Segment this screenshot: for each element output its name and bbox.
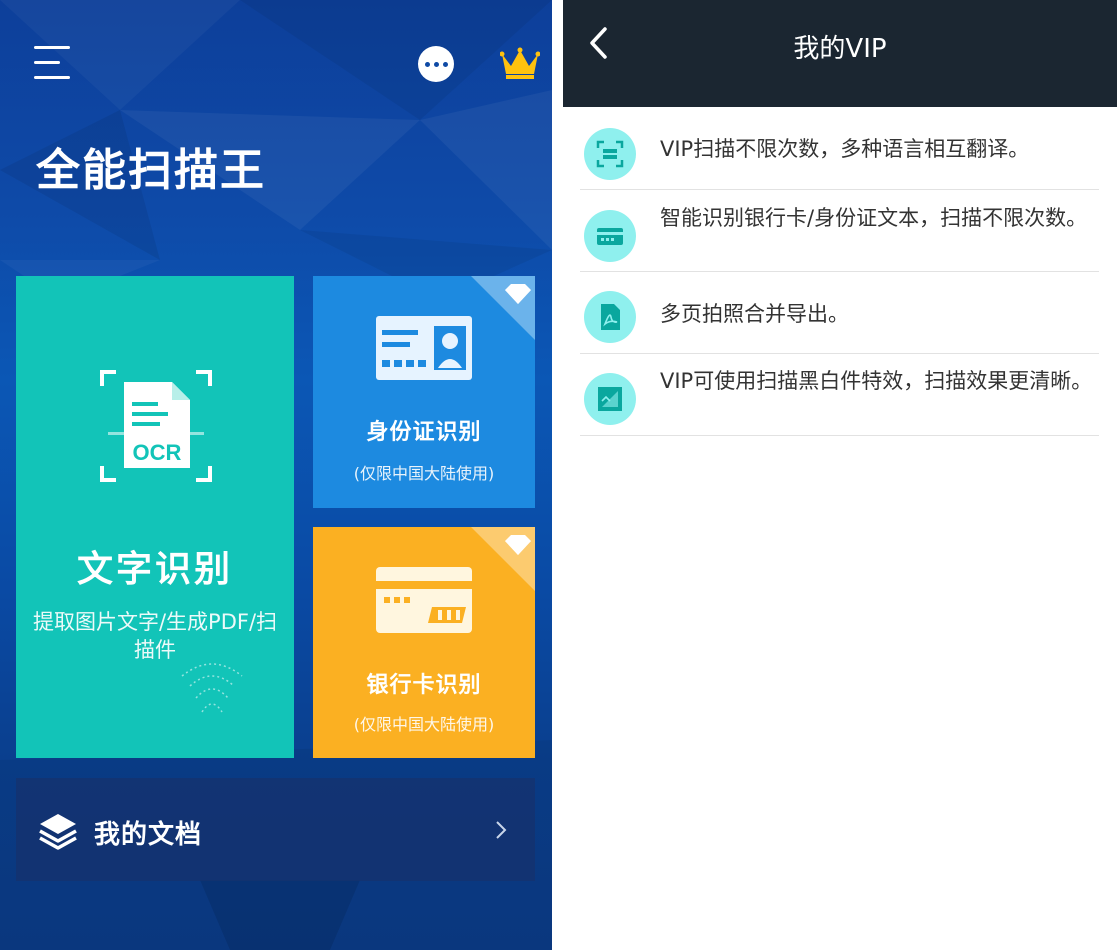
top-bar: 我的VIP bbox=[563, 0, 1117, 107]
touch-hint-icon bbox=[181, 663, 243, 713]
ocr-card[interactable]: OCR 文字识别 提取图片文字/生成PDF/扫描件 bbox=[16, 276, 294, 758]
app-title: 全能扫描王 bbox=[36, 145, 266, 196]
bank-card-title: 银行卡识别 bbox=[366, 673, 482, 698]
vip-feature-text: 多页拍照合并导出。 bbox=[660, 302, 849, 326]
scan-icon bbox=[584, 128, 636, 180]
ocr-document-icon: OCR bbox=[100, 370, 212, 482]
bank-card-icon bbox=[376, 567, 472, 633]
vip-feature-item: VIP可使用扫描黑白件特效，扫描效果更清晰。 bbox=[580, 354, 1099, 436]
my-documents-button[interactable]: 我的文档 bbox=[16, 778, 535, 881]
page-title: 我的VIP bbox=[793, 34, 887, 64]
pdf-icon bbox=[584, 291, 636, 343]
vip-feature-list: VIP扫描不限次数，多种语言相互翻译。 智能识别银行卡/身份证文本，扫描不限次数… bbox=[580, 107, 1099, 436]
menu-icon[interactable] bbox=[30, 44, 74, 84]
vip-feature-item: 多页拍照合并导出。 bbox=[580, 272, 1099, 354]
id-card-recognition-card[interactable]: 身份证识别 (仅限中国大陆使用) bbox=[313, 276, 535, 508]
bank-card-subtitle: (仅限中国大陆使用) bbox=[353, 715, 495, 734]
ocr-title: 文字识别 bbox=[76, 549, 233, 590]
layers-icon bbox=[39, 814, 77, 850]
id-card-subtitle: (仅限中国大陆使用) bbox=[353, 464, 495, 483]
image-filter-icon bbox=[584, 373, 636, 425]
vip-feature-text: VIP可使用扫描黑白件特效，扫描效果更清晰。 bbox=[660, 369, 1093, 393]
bank-card-icon bbox=[584, 210, 636, 262]
diamond-icon bbox=[471, 527, 535, 591]
diamond-icon bbox=[471, 276, 535, 340]
screen-divider bbox=[552, 0, 563, 950]
vip-screen: 我的VIP VIP扫描不限次数，多种语言相互翻译。 智能识别银行卡/身份证文本，… bbox=[563, 0, 1117, 950]
vip-feature-text: VIP扫描不限次数，多种语言相互翻译。 bbox=[660, 137, 1030, 161]
vip-feature-item: VIP扫描不限次数，多种语言相互翻译。 bbox=[580, 107, 1099, 190]
id-card-title: 身份证识别 bbox=[366, 420, 482, 445]
more-icon[interactable] bbox=[418, 46, 454, 82]
ocr-badge: OCR bbox=[133, 440, 182, 465]
bank-card-recognition-card[interactable]: 银行卡识别 (仅限中国大陆使用) bbox=[313, 527, 535, 758]
vip-feature-item: 智能识别银行卡/身份证文本，扫描不限次数。 bbox=[580, 190, 1099, 272]
vip-feature-text: 智能识别银行卡/身份证文本，扫描不限次数。 bbox=[660, 206, 1088, 230]
my-documents-label: 我的文档 bbox=[94, 820, 203, 850]
crown-icon[interactable] bbox=[500, 46, 540, 80]
home-screen: 全能扫描王 OCR 文字识别 提取图片文字/生成PDF/扫描件 身份证识别 (仅… bbox=[0, 0, 552, 950]
id-card-icon bbox=[376, 316, 472, 380]
chevron-right-icon bbox=[496, 821, 507, 839]
